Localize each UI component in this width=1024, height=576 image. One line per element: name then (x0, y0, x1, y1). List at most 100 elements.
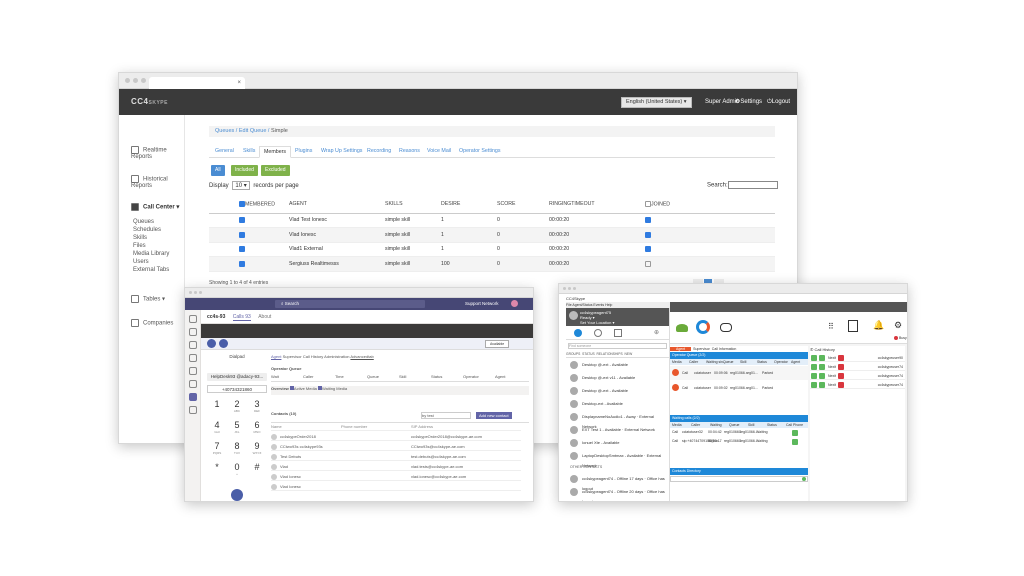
membered-checkbox[interactable] (239, 217, 245, 224)
queue-col[interactable]: Status (431, 374, 442, 379)
tab-calls[interactable]: Calls 93 (232, 314, 251, 321)
contact-row[interactable]: Vlad Ionesc (271, 483, 521, 491)
window-dot-icon[interactable] (125, 78, 130, 83)
call-icon[interactable] (811, 355, 817, 361)
column-header[interactable]: Media (672, 423, 682, 427)
answer-call-icon[interactable] (792, 439, 798, 445)
number-display[interactable]: +40734321860 (207, 385, 267, 393)
sidebar-item-external-tabs[interactable]: External Tabs (133, 267, 169, 273)
membered-checkbox[interactable] (239, 246, 245, 253)
calls-icon[interactable] (189, 367, 197, 375)
history-icon[interactable] (594, 329, 602, 337)
contact-item[interactable]: Ionuel Xte - Available (570, 438, 668, 448)
other-contacts-header[interactable]: OTHER CONTACTS (570, 465, 602, 469)
dialpad-key[interactable]: 9 WXYZ (249, 441, 265, 455)
tab-skills[interactable]: Skills (243, 148, 255, 154)
overview-option[interactable]: Waiting Media (322, 386, 347, 391)
leaf-icon[interactable] (676, 324, 688, 332)
gear-icon[interactable]: ⚙ (894, 320, 902, 331)
overview-option[interactable]: Active Media (294, 386, 317, 391)
tab-general[interactable]: General (215, 148, 234, 154)
column-header[interactable]: Skill (740, 360, 746, 364)
table-row[interactable]: Sergiuss Realtimesss simple skill 100 0 00:0… (209, 256, 775, 272)
filter-groups[interactable]: GROUPS (566, 352, 580, 356)
call-icon[interactable] (811, 382, 817, 388)
chat-icon[interactable] (189, 328, 197, 336)
contact-item[interactable]: cc4skypeagent74 - Offline 20 days · Offi… (570, 487, 668, 501)
language-select[interactable]: English (United States) ▾ (621, 97, 692, 108)
tab-agent[interactable]: Agent (670, 347, 692, 351)
answer-call-icon[interactable] (792, 430, 798, 436)
sidebar-item-realtime-reports[interactable]: Realtime Reports (131, 146, 181, 160)
line-select[interactable]: HelpDesk93 @adacy-93... (207, 373, 267, 381)
contacts-icon[interactable] (574, 329, 582, 337)
sidebar-item-call-center[interactable]: Call Center ▾ (131, 203, 179, 211)
sidebar-item-skills[interactable]: Skills (133, 235, 147, 241)
contact-row[interactable]: CCtwo93s cc4skype93s CCtwo93s@cc4skype-ae… (271, 443, 521, 451)
sidebar-item-schedules[interactable]: Schedules (133, 227, 161, 233)
contact-item[interactable]: DisplaynameNoAudio1 - Away · External Ne… (570, 412, 668, 429)
contact-col[interactable]: SIP Address (411, 423, 433, 431)
directory-search[interactable] (670, 476, 808, 482)
search-input[interactable]: ⌕ Search (275, 300, 425, 308)
video-icon[interactable] (819, 373, 825, 379)
contact-row[interactable]: Test Debuts test.debuts@cc4skype-ae.com (271, 453, 521, 461)
power-icon[interactable] (207, 339, 216, 348)
dialpad-key[interactable]: 5 JKL (229, 420, 245, 434)
queue-col[interactable]: Queue (367, 374, 379, 379)
window-dot-icon[interactable] (573, 287, 576, 290)
contact-item[interactable]: cc4skypeagent74 - Offline 17 days · Offi… (570, 474, 668, 491)
filter-excluded-button[interactable]: Excluded (261, 165, 290, 176)
report-icon[interactable] (848, 320, 858, 332)
filter-status[interactable]: STATUS (582, 352, 595, 356)
column-header[interactable]: Caller (691, 423, 700, 427)
waiting-row[interactable]: Call cclatotuser32 00:04:42 reg01066C reg010… (670, 429, 808, 437)
history-row[interactable]: Nexit cc4skypeuser90 (810, 354, 905, 362)
search-input[interactable] (727, 181, 778, 189)
contact-row[interactable]: Vlad vlad.tests@cc4skype-ae.com (271, 463, 521, 471)
column-header[interactable]: Queue (729, 423, 740, 427)
close-icon[interactable]: × (237, 77, 241, 89)
filter-included-button[interactable]: Included (231, 165, 258, 176)
sidebar-item-media-library[interactable]: Media Library (133, 251, 169, 257)
dialpad-key[interactable]: 3 DEF (249, 399, 265, 413)
browser-tab[interactable]: × (149, 77, 245, 89)
membered-checkbox[interactable] (239, 231, 245, 238)
sidebar-item-tables[interactable]: Tables ▾ (131, 295, 165, 303)
queue-col[interactable]: Caller (303, 374, 313, 379)
queue-row[interactable]: Call cclatotuser 00:09:02 reg01066... reg01.… (670, 381, 808, 395)
queue-col[interactable]: Operator (463, 374, 479, 379)
dialpad-key[interactable]: 4 GHI (209, 420, 225, 434)
calendar-icon[interactable] (614, 329, 622, 337)
col-agent[interactable]: AGENT (289, 196, 385, 214)
membered-checkbox[interactable] (239, 260, 245, 267)
tab-about[interactable]: About (258, 314, 271, 320)
tab-administration[interactable]: Administration (324, 354, 349, 359)
history-row[interactable]: Nexit cc4skypeuser74 (810, 381, 905, 389)
call-icon[interactable] (811, 373, 817, 379)
window-dot-icon[interactable] (141, 78, 146, 83)
video-icon[interactable] (819, 364, 825, 370)
settings-link[interactable]: ⚙Settings (735, 97, 762, 107)
column-header[interactable]: Status (757, 360, 767, 364)
more-icon[interactable] (189, 406, 197, 414)
filter-relationships[interactable]: RELATIONSHIPS (597, 352, 623, 356)
location-select[interactable]: Set Your Location ▾ (580, 320, 669, 325)
sidebar-item-files[interactable]: Files (133, 243, 146, 249)
dialpad-key[interactable]: 8 TUV (229, 441, 245, 455)
tab-supervisor[interactable]: Supervisor (693, 347, 710, 351)
dialpad-key[interactable]: 1 (209, 399, 225, 409)
tab-call-information[interactable]: Call Information (712, 347, 737, 351)
contact-row[interactable]: Vlad Ionesc vlad.ionesc@cc4skype-ae.com (271, 473, 521, 481)
tab-reasons[interactable]: Reasons (399, 148, 420, 154)
desire-cell[interactable]: 1 (441, 227, 497, 243)
contact-item[interactable]: Desktop-ext - Available (570, 399, 668, 409)
score-cell[interactable]: 0 (497, 256, 549, 272)
phone-status-icon[interactable] (696, 320, 710, 334)
column-header[interactable]: Media (672, 360, 682, 364)
score-cell[interactable]: 0 (497, 242, 549, 257)
files-icon[interactable] (189, 380, 197, 388)
column-header[interactable]: Caller (689, 360, 698, 364)
sidebar-item-companies[interactable]: Companies (131, 319, 173, 327)
joined-checkbox[interactable] (645, 260, 651, 267)
